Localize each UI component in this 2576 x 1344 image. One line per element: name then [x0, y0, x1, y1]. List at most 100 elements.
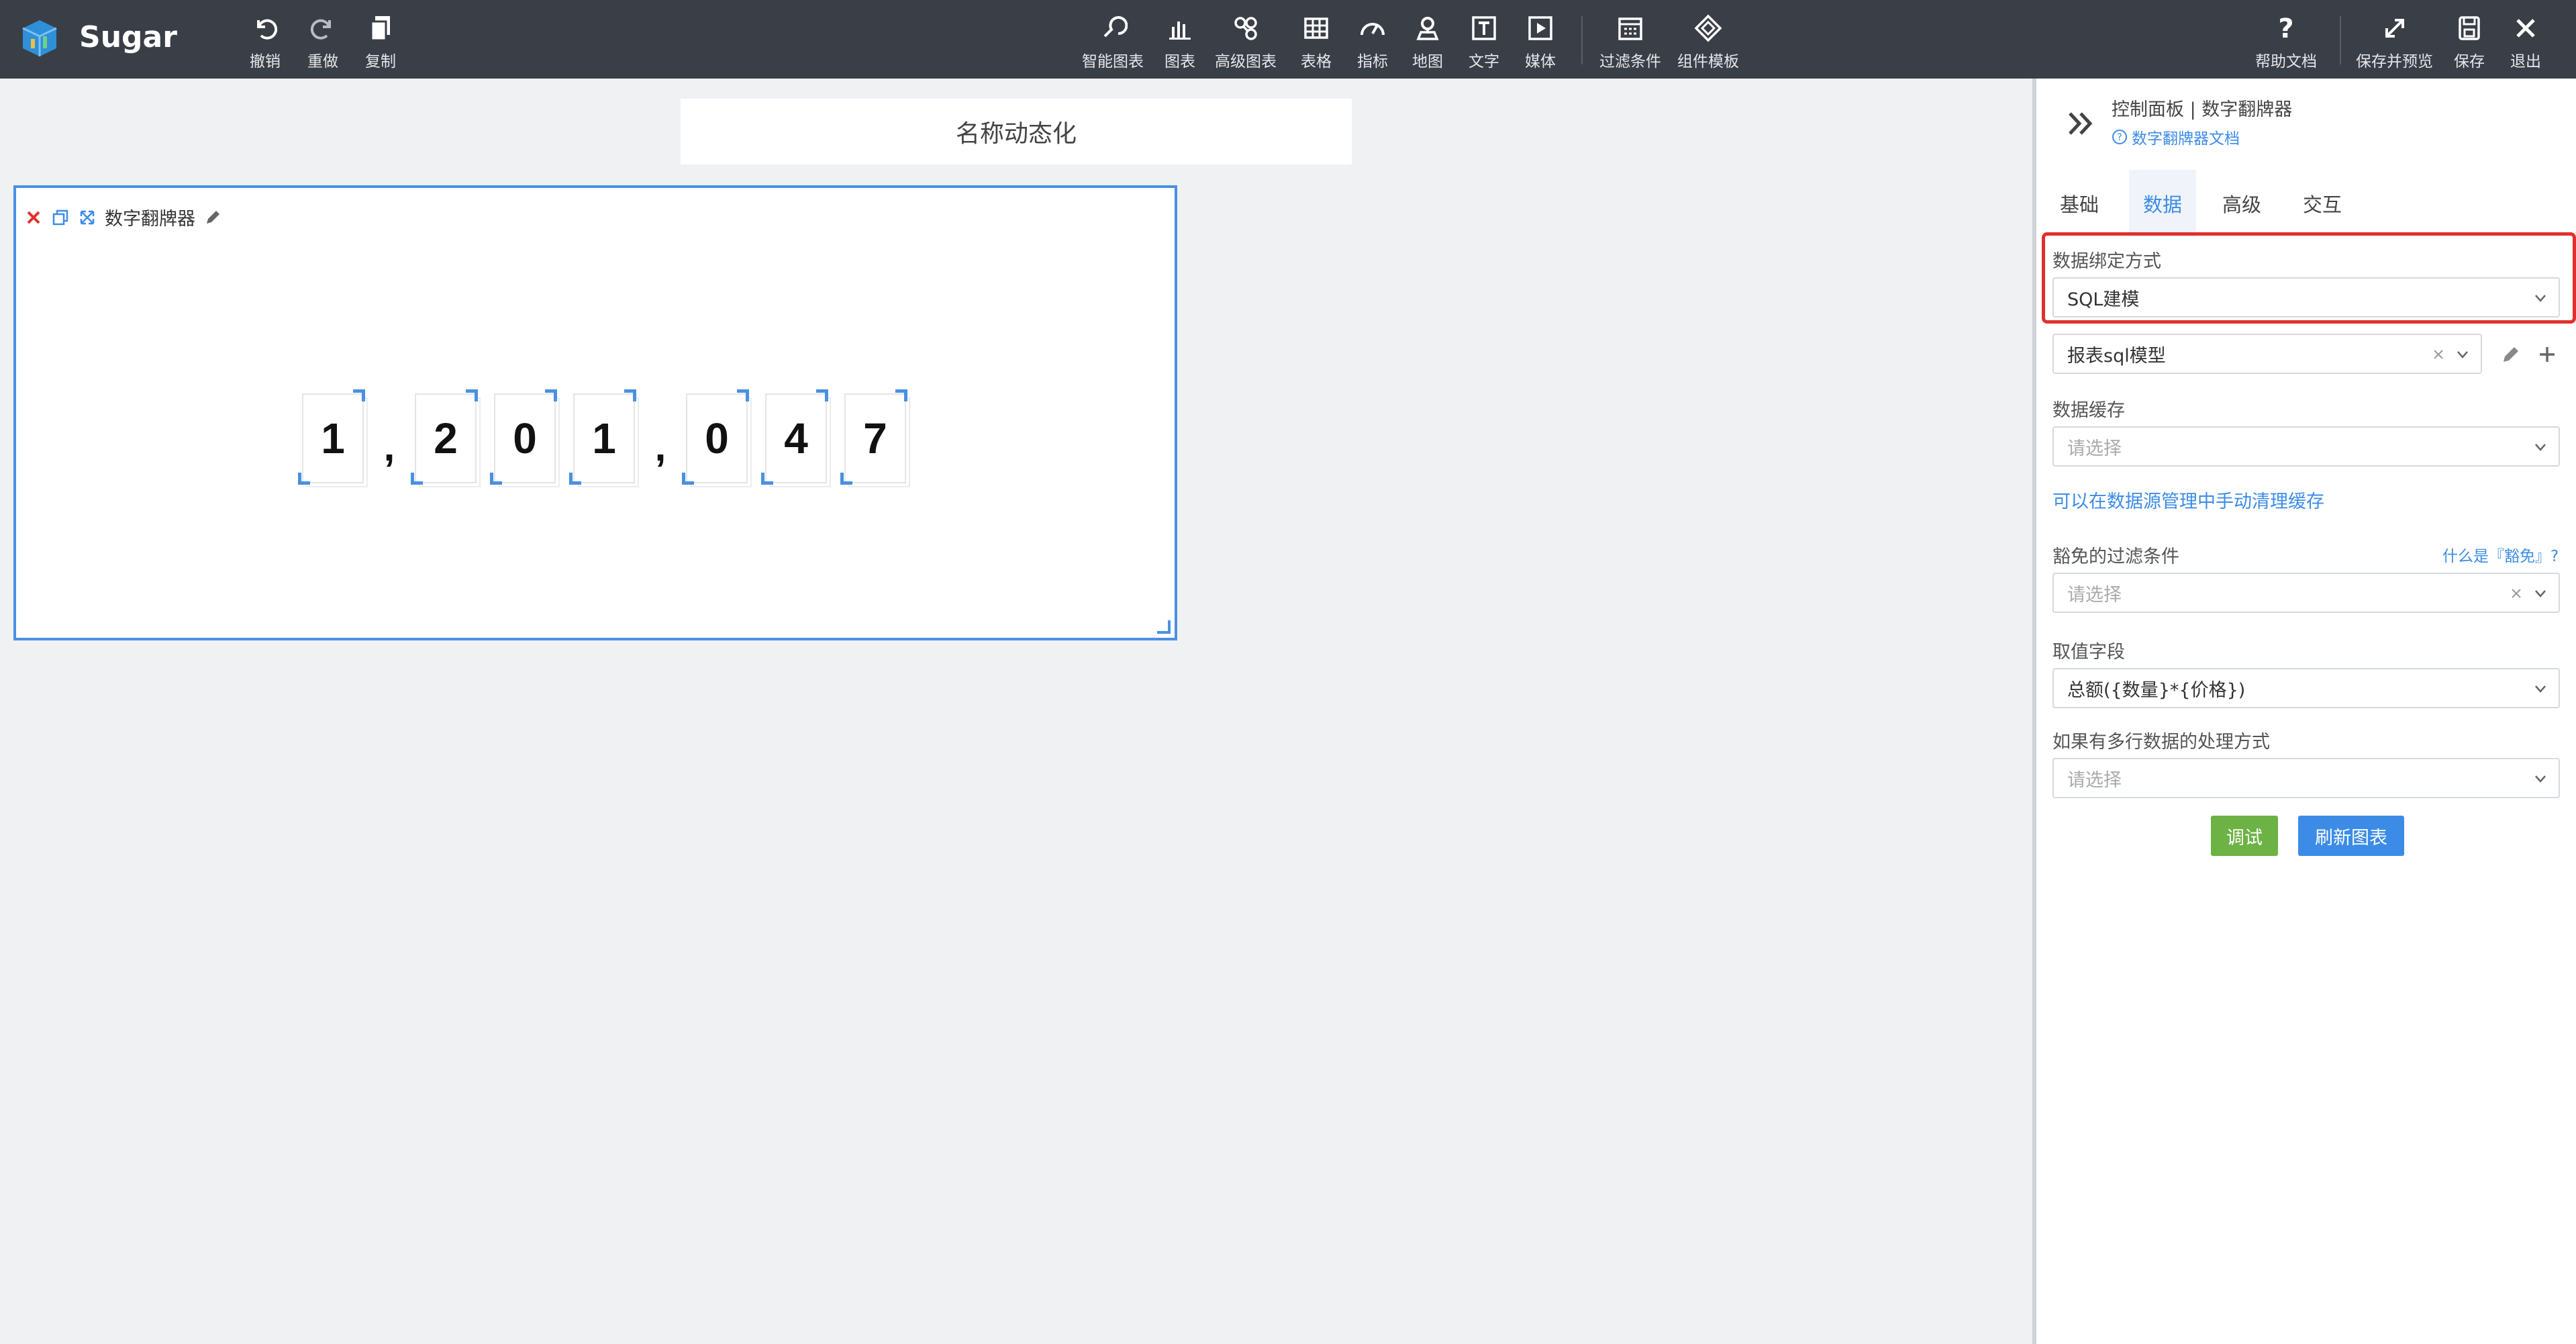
chevron-down-icon — [2535, 685, 2546, 693]
save-disk-icon — [2459, 16, 2480, 40]
refresh-chart-button[interactable]: 刷新图表 — [2298, 816, 2404, 856]
debug-button[interactable]: 调试 — [2211, 816, 2278, 856]
help-doc-button[interactable]: ? 帮助文档 — [2255, 13, 2317, 71]
redo-label: 重做 — [307, 53, 338, 70]
smart-chart-button[interactable]: 智能图表 — [1082, 13, 1144, 71]
clear-cache-link[interactable]: 可以在数据源管理中手动清理缓存 — [2052, 487, 2324, 513]
redo-button[interactable]: 重做 — [307, 13, 338, 71]
exempt-filter-placeholder: 请选择 — [2067, 584, 2122, 606]
tab-basic[interactable]: 基础 — [2046, 170, 2113, 237]
advanced-chart-button[interactable]: 高级图表 — [1215, 13, 1277, 71]
edit-model-pencil-icon[interactable] — [2499, 343, 2522, 366]
dashboard-title[interactable]: 名称动态化 — [681, 99, 1352, 164]
smart-chart-label: 智能图表 — [1082, 53, 1144, 70]
copy-icon — [370, 16, 390, 42]
flip-digit-value: 7 — [863, 414, 887, 463]
widget-doc-link[interactable]: ? 数字翻牌器文档 — [2112, 126, 2240, 148]
advanced-chart-label: 高级图表 — [1215, 53, 1277, 70]
table-label: 表格 — [1301, 53, 1332, 70]
chart-label: 图表 — [1165, 53, 1195, 70]
chevron-down-icon — [2535, 444, 2546, 451]
flip-digit: 2 — [411, 389, 481, 487]
flip-digit: 1 — [569, 389, 639, 487]
text-icon — [1472, 16, 1496, 40]
filter-calendar-icon — [1618, 17, 1642, 40]
flip-digit-value: 4 — [784, 414, 808, 463]
value-field-select[interactable]: 总额({数量}*{价格}) — [2052, 668, 2560, 708]
metric-button[interactable]: 指标 — [1357, 13, 1388, 71]
data-cache-select[interactable]: 请选择 — [2052, 426, 2560, 467]
advanced-chart-icon — [1234, 17, 1257, 40]
clear-icon[interactable] — [2431, 347, 2446, 362]
collapse-panel-icon[interactable] — [2063, 105, 2099, 142]
top-toolbar: Sugar 撤销 重做 复制 智能图表 图表 高级图表 表格 指标 地图 文字 — [0, 0, 2576, 79]
digit-separator: , — [654, 424, 666, 469]
widget-name: 数字翻牌器 — [105, 209, 195, 230]
smart-chart-icon — [1103, 16, 1128, 38]
table-button[interactable]: 表格 — [1301, 13, 1332, 71]
media-button[interactable]: 媒体 — [1525, 13, 1556, 71]
duplicate-widget-icon[interactable] — [51, 208, 70, 227]
copy-button[interactable]: 复制 — [365, 13, 396, 71]
flip-digit-value: 0 — [513, 414, 537, 463]
toolbar-divider — [2340, 16, 2341, 64]
exempt-filter-label: 豁免的过滤条件 — [2052, 546, 2179, 567]
help-circle-icon: ? — [2112, 130, 2127, 144]
svg-text:?: ? — [2117, 132, 2122, 143]
copy-label: 复制 — [365, 53, 396, 70]
exempt-help-link[interactable]: 什么是『豁免』? — [2442, 543, 2559, 566]
toolbar-divider — [1581, 16, 1583, 64]
flip-digit-value: 0 — [705, 414, 729, 463]
component-template-label: 组件模板 — [1677, 53, 1739, 70]
save-preview-label: 保存并预览 — [2356, 53, 2433, 70]
map-label: 地图 — [1412, 53, 1443, 70]
filter-label: 过滤条件 — [1599, 53, 1661, 70]
undo-icon — [257, 19, 278, 40]
filter-button[interactable]: 过滤条件 — [1599, 13, 1661, 71]
tab-advanced[interactable]: 高级 — [2208, 170, 2275, 237]
table-icon — [1304, 17, 1328, 39]
media-play-icon — [1528, 16, 1552, 40]
multi-row-label: 如果有多行数据的处理方式 — [2052, 732, 2270, 753]
sql-model-select[interactable]: 报表sql模型 — [2052, 334, 2482, 374]
flip-digit-value: 1 — [321, 414, 345, 463]
sugar-logo-icon — [22, 20, 57, 56]
flip-digit-value: 2 — [434, 414, 458, 463]
fullscreen-widget-icon[interactable] — [78, 208, 97, 227]
delete-widget-icon[interactable] — [24, 208, 43, 227]
component-template-button[interactable]: 组件模板 — [1677, 13, 1739, 71]
flip-digit: 0 — [682, 389, 752, 487]
panel-breadcrumb: 控制面板 | 数字翻牌器 — [2112, 99, 2293, 120]
tab-data[interactable]: 数据 — [2129, 170, 2196, 237]
exit-button[interactable]: 退出 — [2510, 13, 2541, 71]
save-button[interactable]: 保存 — [2454, 13, 2485, 71]
exempt-filter-select[interactable]: 请选择 — [2052, 573, 2560, 613]
redo-icon — [310, 19, 331, 40]
save-preview-button[interactable]: 保存并预览 — [2356, 13, 2433, 71]
flip-digit: 0 — [490, 389, 560, 487]
tab-interaction[interactable]: 交互 — [2289, 170, 2356, 237]
chevron-down-icon — [2535, 590, 2546, 597]
panel-tabs: 基础 数据 高级 交互 — [2036, 170, 2576, 237]
close-icon — [2516, 19, 2535, 38]
sql-model-value: 报表sql模型 — [2067, 345, 2166, 367]
undo-button[interactable]: 撤销 — [250, 13, 281, 71]
exit-label: 退出 — [2510, 53, 2541, 70]
undo-label: 撤销 — [250, 53, 281, 70]
gauge-icon — [1360, 23, 1385, 36]
widget-resize-handle[interactable] — [1157, 620, 1171, 634]
flip-digit: 4 — [761, 389, 831, 487]
map-button[interactable]: 地图 — [1412, 13, 1443, 71]
digit-flipper-widget[interactable]: 数字翻牌器 1 , 2 0 1 , 0 4 7 — [13, 185, 1177, 640]
add-model-plus-icon[interactable] — [2536, 343, 2559, 366]
text-button[interactable]: 文字 — [1469, 13, 1499, 71]
svg-text:?: ? — [2278, 13, 2293, 43]
clear-icon[interactable] — [2509, 586, 2524, 601]
chart-button[interactable]: 图表 — [1165, 13, 1195, 71]
help-question-icon: ? — [2278, 13, 2293, 43]
multi-row-select[interactable]: 请选择 — [2052, 758, 2560, 798]
app-brand: Sugar — [79, 20, 177, 54]
edit-pencil-icon[interactable] — [203, 208, 222, 227]
bar-chart-icon — [1169, 21, 1191, 40]
media-label: 媒体 — [1525, 53, 1556, 70]
